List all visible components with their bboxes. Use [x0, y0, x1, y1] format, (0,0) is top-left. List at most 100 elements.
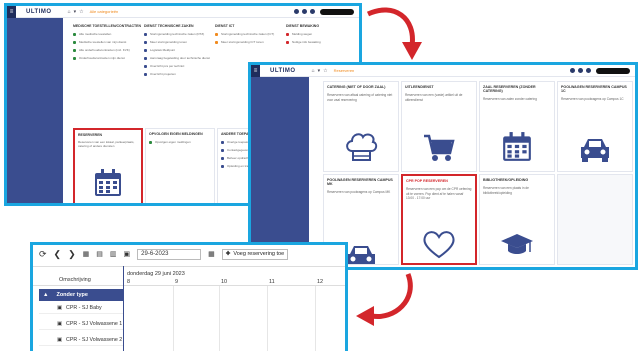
card-title: CATERING (NIET OF DOOR ZAAL) [327, 85, 386, 89]
calendar-day-icon[interactable]: ▦ [83, 250, 90, 258]
resource-row[interactable]: ▣ CPR - SJ Baby [39, 302, 123, 314]
list-item[interactable]: Alle medische toestellen [73, 32, 142, 36]
card-catering[interactable]: CATERING (NIET OF DOOR ZAAL) Reserveren … [323, 81, 399, 172]
card-title: BIBLIOTHEEK/OPLEIDING [483, 178, 529, 182]
list-item[interactable]: Overzicht pcs per technici [144, 64, 213, 68]
date-picker-icon[interactable]: ▦ [208, 250, 215, 258]
top-bar: ≡ ULTIMO ⌂ ▾ ☆ Reserveren [251, 65, 635, 77]
card-text: Reserveren van poolwagens op Campus 1C [561, 97, 624, 101]
breadcrumb[interactable]: Alle categorieën [90, 9, 119, 14]
card-text: Reserveren van zalen zonder catering [483, 97, 537, 101]
home-icon[interactable]: ⌂ [68, 9, 71, 15]
hamburger-icon[interactable]: ≡ [7, 6, 16, 18]
list-item[interactable]: Storingsmelding technische zaken (ICT) [215, 32, 284, 36]
notification-icon[interactable] [586, 68, 591, 73]
settings-icon[interactable] [570, 68, 575, 73]
list-item[interactable]: Meer storingsmelding ICT tonen [215, 40, 284, 44]
resource-icon: ▣ [57, 304, 63, 311]
card-empty [557, 174, 633, 265]
card-text: Reserveren van een pop om de CPR oefenin… [406, 187, 472, 200]
card-title: POOLWAGEN RESERVEREN CAMPUS MK [327, 178, 393, 186]
help-icon[interactable] [302, 9, 307, 14]
list-item[interactable]: Meer storingsmelding tonen [144, 40, 213, 44]
arrow-to-screen3 [356, 273, 413, 326]
breadcrumb[interactable]: Reserveren [334, 68, 355, 73]
car-icon [581, 139, 609, 162]
shopping-cart-icon [424, 134, 455, 161]
card-library[interactable]: BIBLIOTHEEK/OPLEIDING Reserveren van een… [479, 174, 555, 265]
list-item[interactable]: Onderhoudscontracten mijn dienst [73, 56, 142, 60]
card-text: Reserveren van een (vaste) artikel uit d… [405, 93, 463, 102]
chevron-left-icon[interactable]: ❮ [54, 249, 62, 260]
hour-label: 10 [221, 279, 228, 285]
star-icon[interactable]: ☆ [79, 9, 83, 15]
list-item[interactable]: Nuttige info bewaking [286, 40, 355, 44]
card-title: RESERVEREN [78, 133, 103, 137]
reservation-cards: CATERING (NIET OF DOOR ZAAL) Reserveren … [323, 81, 633, 265]
list-item[interactable]: Storingsmelding technische zaken (DTZ) [144, 32, 213, 36]
plus-icon: ✚ [225, 251, 231, 257]
graduation-cap-icon [501, 234, 533, 254]
user-menu[interactable] [320, 9, 354, 15]
scheduler-toolbar: ⟳ ❮ ❯ ▦ ▤ ▥ ▣ 29-6-2023 ▦ ✚ Voeg reserve… [33, 245, 345, 263]
list-item[interactable]: Opvolgen eigen meldingen [149, 140, 211, 144]
card-title: ZAAL RESERVEREN (ZONDER CATERING) [483, 85, 536, 93]
card-title: CPR POP RESERVEREN [406, 179, 448, 183]
user-menu[interactable] [596, 68, 630, 74]
top-bar: ≡ ULTIMO ⌂ ▾ ☆ Alle categorieën [7, 6, 359, 18]
resource-icon: ▣ [57, 336, 63, 343]
card-car-1c[interactable]: POOLWAGEN RESERVEREN CAMPUS 1C Reservere… [557, 81, 633, 172]
notification-icon[interactable] [310, 9, 315, 14]
help-icon[interactable] [578, 68, 583, 73]
chevron-down-icon[interactable]: ▾ [74, 9, 77, 15]
column-medical: MEDISCHE TOESTELLEN/CONTRACTEN Alle medi… [73, 24, 142, 80]
calendar-icon [95, 169, 121, 196]
hamburger-icon[interactable]: ≡ [251, 65, 260, 77]
chef-hat-icon [346, 133, 378, 161]
resource-row[interactable]: ▣ CPR - SJ Volwassene 2 [39, 334, 123, 346]
card-title: OPVOLGEN EIGEN MELDINGEN [149, 132, 203, 136]
list-item[interactable]: Logistiek Meldpunt [144, 48, 213, 52]
scheduler-header: Omschrijving donderdag 29 juni 2023 8 9 … [33, 266, 345, 286]
column-technical: DIENST TECHNISCHE ZAKEN Storingsmelding … [144, 24, 213, 80]
resource-label: CPR - SJ Baby [66, 304, 102, 311]
card-title: POOLWAGEN RESERVEREN CAMPUS 1C [561, 85, 627, 93]
settings-icon[interactable] [294, 9, 299, 14]
arrow-to-screen2 [366, 7, 422, 60]
card-follow-up[interactable]: OPVOLGEN EIGEN MELDINGEN Opvolgen eigen … [145, 128, 215, 203]
card-text: Reserveren van een lokaal, parkeerplaats… [78, 140, 135, 148]
card-title: UITLEENDIENST [405, 85, 434, 89]
group-row[interactable]: ▲ Zonder type [39, 289, 123, 301]
chevron-right-icon[interactable]: ❯ [68, 249, 76, 260]
collapse-icon[interactable]: ▲ [43, 292, 48, 298]
list-item[interactable]: Melding wegen [286, 32, 355, 36]
star-icon[interactable]: ☆ [323, 68, 327, 74]
list-item[interactable]: Medische toestellen van mijn dienst [73, 40, 142, 44]
column-title: MEDISCHE TOESTELLEN/CONTRACTEN [73, 24, 141, 28]
calendar-grid-icon[interactable]: ▣ [124, 250, 131, 258]
date-input[interactable]: 29-6-2023 [137, 248, 202, 260]
sidebar [7, 18, 63, 203]
hour-label: 9 [175, 279, 179, 285]
calendar-week-icon[interactable]: ▤ [96, 250, 103, 258]
refresh-icon[interactable]: ⟳ [39, 249, 47, 260]
screenshot-reservation-types: ≡ ULTIMO ⌂ ▾ ☆ Reserveren CATERING (NIET… [248, 62, 638, 270]
description-header: Omschrijving [59, 277, 91, 283]
list-item[interactable]: Overzicht projecten [144, 72, 213, 76]
card-lending[interactable]: UITLEENDIENST Reserveren van een (vaste)… [401, 81, 477, 172]
calendar-month-icon[interactable]: ▥ [110, 250, 117, 258]
home-icon[interactable]: ⌂ [312, 68, 315, 74]
card-cpr[interactable]: CPR POP RESERVEREN Reserveren van een po… [401, 174, 477, 265]
chevron-down-icon[interactable]: ▾ [318, 68, 321, 74]
list-item[interactable]: Alle onderhoudscontracten (incl. KVK) [73, 48, 142, 52]
list-item[interactable]: Aanvraag begeleiding door technische die… [144, 56, 213, 60]
add-reservation-button[interactable]: ✚ Voeg reservering toe [221, 248, 289, 260]
card-room[interactable]: ZAAL RESERVEREN (ZONDER CATERING) Reserv… [479, 81, 555, 172]
resource-label: CPR - SJ Volwassene 1 [66, 320, 123, 327]
day-label: donderdag 29 juni 2023 [127, 271, 185, 277]
resource-row[interactable]: ▣ CPR - SJ Volwassene 1 [39, 318, 123, 330]
heart-icon [423, 231, 455, 259]
resource-label: CPR - SJ Volwassene 2 [66, 336, 123, 343]
resource-icon: ▣ [57, 320, 63, 327]
card-reserveren[interactable]: RESERVEREN Reserveren van een lokaal, pa… [73, 128, 143, 203]
